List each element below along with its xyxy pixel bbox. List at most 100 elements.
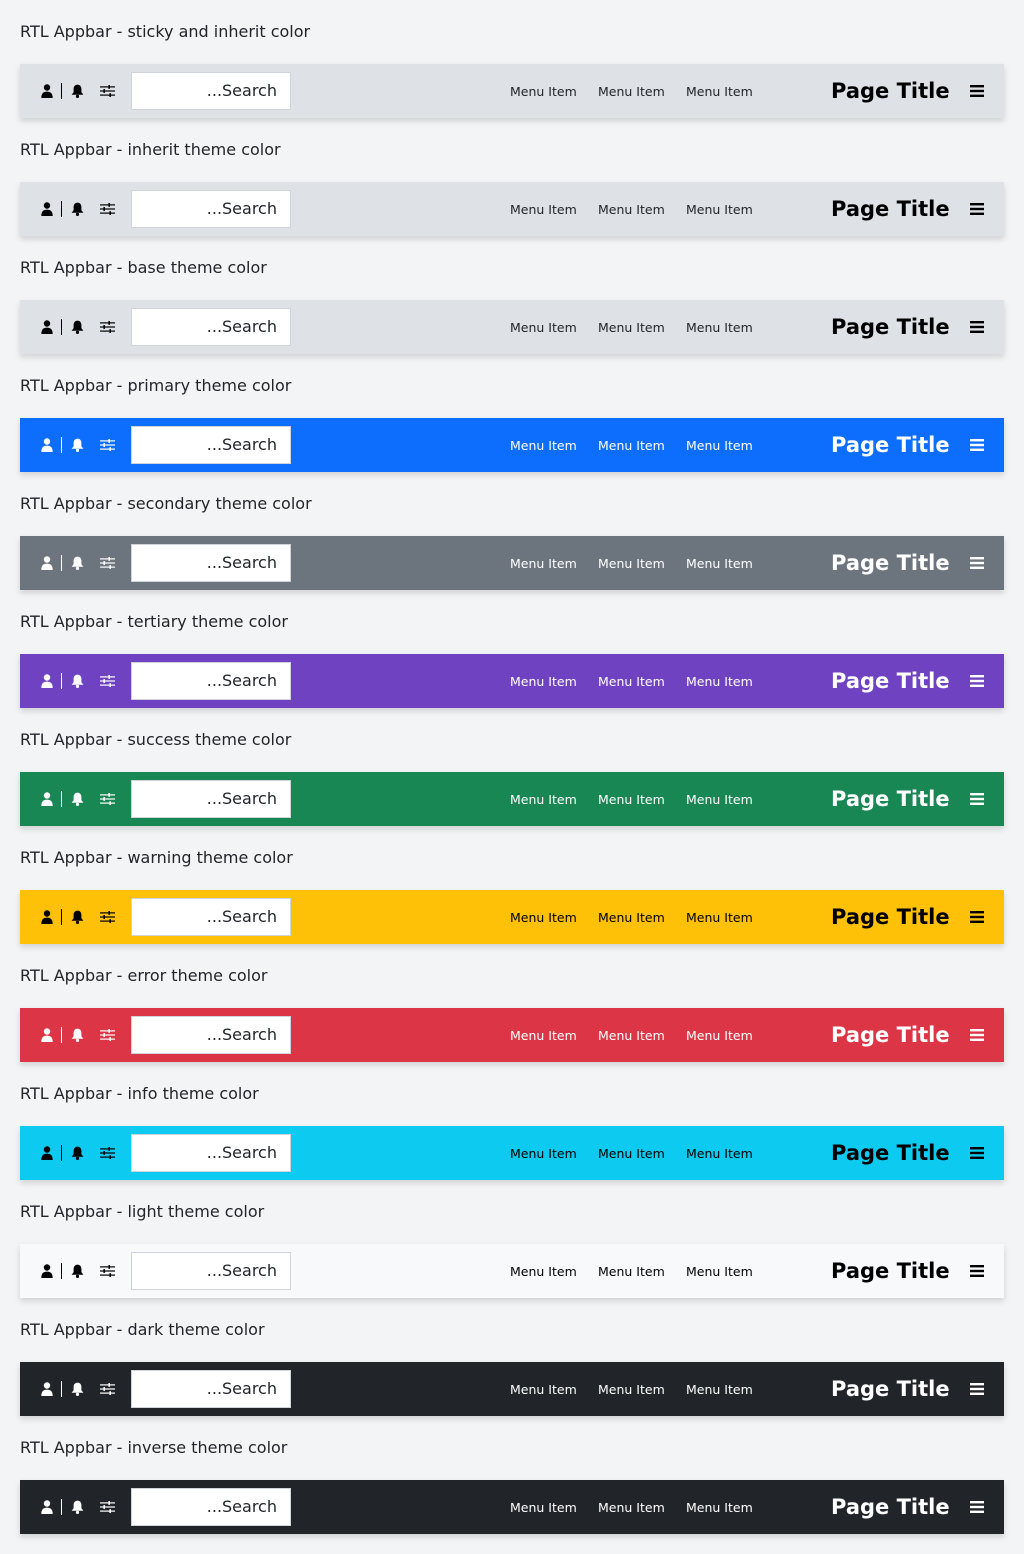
user-icon[interactable] bbox=[40, 83, 54, 99]
menu-item[interactable]: Menu Item bbox=[510, 556, 577, 571]
bell-icon[interactable] bbox=[70, 83, 84, 99]
menu-item[interactable]: Menu Item bbox=[598, 910, 665, 925]
settings-icon[interactable] bbox=[99, 909, 115, 925]
user-icon[interactable] bbox=[40, 319, 54, 335]
hamburger-icon[interactable] bbox=[970, 1382, 984, 1396]
settings-icon[interactable] bbox=[99, 555, 115, 571]
menu-item[interactable]: Menu Item bbox=[510, 910, 577, 925]
menu-item[interactable]: Menu Item bbox=[598, 792, 665, 807]
hamburger-icon[interactable] bbox=[970, 1264, 984, 1278]
user-icon[interactable] bbox=[40, 673, 54, 689]
menu-item[interactable]: Menu Item bbox=[686, 1382, 753, 1397]
user-icon[interactable] bbox=[40, 909, 54, 925]
menu-item[interactable]: Menu Item bbox=[598, 84, 665, 99]
bell-icon[interactable] bbox=[70, 1027, 84, 1043]
hamburger-icon[interactable] bbox=[970, 910, 984, 924]
search-input[interactable]: ...Search bbox=[131, 544, 291, 582]
menu-item[interactable]: Menu Item bbox=[510, 674, 577, 689]
hamburger-icon[interactable] bbox=[970, 1028, 984, 1042]
menu-item[interactable]: Menu Item bbox=[686, 1264, 753, 1279]
user-icon[interactable] bbox=[40, 1381, 54, 1397]
settings-icon[interactable] bbox=[99, 1263, 115, 1279]
menu-item[interactable]: Menu Item bbox=[686, 1146, 753, 1161]
search-input[interactable]: ...Search bbox=[131, 308, 291, 346]
hamburger-icon[interactable] bbox=[970, 1500, 984, 1514]
menu-item[interactable]: Menu Item bbox=[686, 438, 753, 453]
bell-icon[interactable] bbox=[70, 437, 84, 453]
menu-item[interactable]: Menu Item bbox=[510, 1500, 577, 1515]
search-input[interactable]: ...Search bbox=[131, 662, 291, 700]
user-icon[interactable] bbox=[40, 1499, 54, 1515]
search-input[interactable]: ...Search bbox=[131, 898, 291, 936]
settings-icon[interactable] bbox=[99, 201, 115, 217]
menu-item[interactable]: Menu Item bbox=[598, 1146, 665, 1161]
search-input[interactable]: ...Search bbox=[131, 780, 291, 818]
menu-item[interactable]: Menu Item bbox=[598, 674, 665, 689]
bell-icon[interactable] bbox=[70, 909, 84, 925]
search-input[interactable]: ...Search bbox=[131, 1252, 291, 1290]
menu-item[interactable]: Menu Item bbox=[686, 1028, 753, 1043]
menu-item[interactable]: Menu Item bbox=[686, 84, 753, 99]
menu-item[interactable]: Menu Item bbox=[686, 910, 753, 925]
bell-icon[interactable] bbox=[70, 319, 84, 335]
search-input[interactable]: ...Search bbox=[131, 1134, 291, 1172]
user-icon[interactable] bbox=[40, 1263, 54, 1279]
search-input[interactable]: ...Search bbox=[131, 1016, 291, 1054]
settings-icon[interactable] bbox=[99, 1145, 115, 1161]
user-icon[interactable] bbox=[40, 201, 54, 217]
bell-icon[interactable] bbox=[70, 673, 84, 689]
bell-icon[interactable] bbox=[70, 1499, 84, 1515]
hamburger-icon[interactable] bbox=[970, 438, 984, 452]
user-icon[interactable] bbox=[40, 791, 54, 807]
hamburger-icon[interactable] bbox=[970, 556, 984, 570]
settings-icon[interactable] bbox=[99, 791, 115, 807]
menu-item[interactable]: Menu Item bbox=[598, 1028, 665, 1043]
menu-item[interactable]: Menu Item bbox=[510, 320, 577, 335]
user-icon[interactable] bbox=[40, 437, 54, 453]
hamburger-icon[interactable] bbox=[970, 792, 984, 806]
menu-item[interactable]: Menu Item bbox=[598, 1382, 665, 1397]
menu-item[interactable]: Menu Item bbox=[686, 320, 753, 335]
hamburger-icon[interactable] bbox=[970, 1146, 984, 1160]
settings-icon[interactable] bbox=[99, 1027, 115, 1043]
search-input[interactable]: ...Search bbox=[131, 426, 291, 464]
search-input[interactable]: ...Search bbox=[131, 1488, 291, 1526]
menu-item[interactable]: Menu Item bbox=[598, 320, 665, 335]
search-input[interactable]: ...Search bbox=[131, 190, 291, 228]
bell-icon[interactable] bbox=[70, 1145, 84, 1161]
menu-item[interactable]: Menu Item bbox=[510, 1264, 577, 1279]
menu-item[interactable]: Menu Item bbox=[598, 1264, 665, 1279]
menu-item[interactable]: Menu Item bbox=[686, 674, 753, 689]
user-icon[interactable] bbox=[40, 555, 54, 571]
bell-icon[interactable] bbox=[70, 555, 84, 571]
settings-icon[interactable] bbox=[99, 319, 115, 335]
menu-item[interactable]: Menu Item bbox=[510, 84, 577, 99]
menu-item[interactable]: Menu Item bbox=[510, 202, 577, 217]
bell-icon[interactable] bbox=[70, 1263, 84, 1279]
bell-icon[interactable] bbox=[70, 1381, 84, 1397]
menu-item[interactable]: Menu Item bbox=[510, 1028, 577, 1043]
bell-icon[interactable] bbox=[70, 791, 84, 807]
settings-icon[interactable] bbox=[99, 1381, 115, 1397]
menu-item[interactable]: Menu Item bbox=[686, 1500, 753, 1515]
menu-item[interactable]: Menu Item bbox=[510, 438, 577, 453]
hamburger-icon[interactable] bbox=[970, 202, 984, 216]
hamburger-icon[interactable] bbox=[970, 674, 984, 688]
menu-item[interactable]: Menu Item bbox=[686, 556, 753, 571]
menu-item[interactable]: Menu Item bbox=[686, 792, 753, 807]
bell-icon[interactable] bbox=[70, 201, 84, 217]
hamburger-icon[interactable] bbox=[970, 84, 984, 98]
settings-icon[interactable] bbox=[99, 83, 115, 99]
menu-item[interactable]: Menu Item bbox=[598, 202, 665, 217]
hamburger-icon[interactable] bbox=[970, 320, 984, 334]
search-input[interactable]: ...Search bbox=[131, 72, 291, 110]
menu-item[interactable]: Menu Item bbox=[510, 1146, 577, 1161]
settings-icon[interactable] bbox=[99, 1499, 115, 1515]
menu-item[interactable]: Menu Item bbox=[598, 556, 665, 571]
user-icon[interactable] bbox=[40, 1027, 54, 1043]
menu-item[interactable]: Menu Item bbox=[510, 792, 577, 807]
search-input[interactable]: ...Search bbox=[131, 1370, 291, 1408]
menu-item[interactable]: Menu Item bbox=[598, 1500, 665, 1515]
settings-icon[interactable] bbox=[99, 437, 115, 453]
menu-item[interactable]: Menu Item bbox=[686, 202, 753, 217]
